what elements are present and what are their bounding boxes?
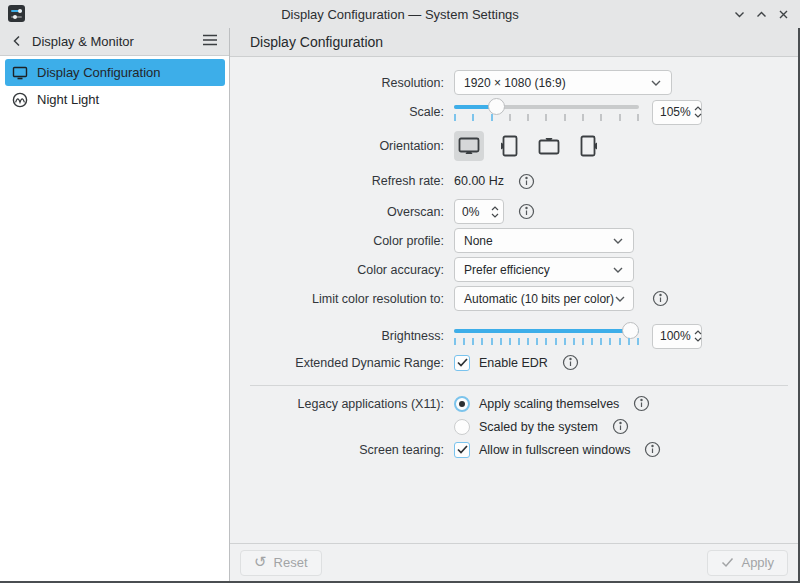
edr-checkbox-label: Enable EDR xyxy=(479,356,548,370)
spin-up-icon xyxy=(694,106,702,111)
color-accuracy-dropdown[interactable]: Prefer efficiency xyxy=(454,257,634,282)
color-profile-label: Color profile: xyxy=(230,234,454,248)
refresh-rate-value: 60.00 Hz xyxy=(454,174,504,188)
spin-up-icon xyxy=(694,330,702,335)
info-icon[interactable] xyxy=(562,354,579,371)
scale-spinbox[interactable]: 105% xyxy=(652,100,702,125)
window-title: Display Configuration — System Settings xyxy=(0,7,800,22)
apply-button[interactable]: Apply xyxy=(707,550,788,576)
apply-button-label: Apply xyxy=(741,555,774,570)
brightness-label: Brightness: xyxy=(230,329,454,343)
orientation-landscape-flipped-button[interactable] xyxy=(534,131,564,161)
color-accuracy-label: Color accuracy: xyxy=(230,263,454,277)
hamburger-menu-icon[interactable] xyxy=(202,33,218,51)
check-icon xyxy=(457,358,468,367)
legacy-apps-label: Legacy applications (X11): xyxy=(230,397,454,411)
sidebar-header: Display & Monitor xyxy=(0,28,229,56)
check-icon xyxy=(457,445,468,454)
info-icon[interactable] xyxy=(612,418,629,435)
orientation-portrait-icon xyxy=(496,133,522,159)
scale-value: 105% xyxy=(660,105,691,119)
page-header: Display Configuration xyxy=(230,28,798,57)
info-icon[interactable] xyxy=(518,173,535,190)
spin-down-icon xyxy=(694,337,702,342)
legacy-apps-radio-apply-scaling[interactable] xyxy=(454,396,470,412)
brightness-spinbox[interactable]: 100% xyxy=(652,324,702,349)
display-settings-form: Resolution: 1920 × 1080 (16:9) Scale: 10 xyxy=(230,57,798,543)
app-icon xyxy=(8,5,25,22)
color-resolution-dropdown[interactable]: Automatic (10 bits per color) xyxy=(454,286,634,311)
back-icon[interactable] xyxy=(11,33,23,51)
spin-down-icon xyxy=(694,113,702,118)
orientation-landscape-icon xyxy=(456,133,482,159)
edr-checkbox[interactable] xyxy=(454,355,470,371)
chevron-down-icon xyxy=(650,79,662,87)
reset-button[interactable]: ↺ Reset xyxy=(240,550,322,576)
color-resolution-value: Automatic (10 bits per color) xyxy=(464,292,614,306)
color-resolution-label: Limit color resolution to: xyxy=(230,292,454,306)
sidebar-title: Display & Monitor xyxy=(32,34,202,49)
screen-tearing-label: Screen tearing: xyxy=(230,443,454,457)
color-profile-value: None xyxy=(464,234,493,248)
spin-up-icon xyxy=(491,206,499,211)
orientation-portrait-flipped-button[interactable] xyxy=(574,131,604,161)
footer: ↺ Reset Apply xyxy=(230,543,798,581)
reset-button-label: Reset xyxy=(274,555,308,570)
info-icon[interactable] xyxy=(518,203,535,220)
slider-handle[interactable] xyxy=(488,98,505,115)
separator xyxy=(250,385,788,386)
sidebar-item-label: Display Configuration xyxy=(37,65,161,80)
slider-handle[interactable] xyxy=(622,322,639,339)
chevron-down-icon xyxy=(614,295,626,303)
orientation-portrait-button[interactable] xyxy=(494,131,524,161)
monitor-icon xyxy=(12,65,28,81)
brightness-slider[interactable] xyxy=(454,323,639,349)
night-light-icon xyxy=(12,92,28,108)
maximize-icon[interactable] xyxy=(755,8,768,21)
resolution-label: Resolution: xyxy=(230,76,454,90)
orientation-landscape-button[interactable] xyxy=(454,131,484,161)
radio-label: Apply scaling themselves xyxy=(479,397,619,411)
scale-label: Scale: xyxy=(230,105,454,119)
info-icon[interactable] xyxy=(633,395,650,412)
system-settings-window: Display Configuration — System Settings … xyxy=(0,0,800,583)
screen-tearing-checkbox-label: Allow in fullscreen windows xyxy=(479,443,630,457)
minimize-icon[interactable] xyxy=(733,8,746,21)
legacy-apps-radio-scaled-by-system[interactable] xyxy=(454,419,470,435)
chevron-down-icon xyxy=(612,266,624,274)
radio-label: Scaled by the system xyxy=(479,420,598,434)
sidebar-list: Display Configuration Night Light xyxy=(0,56,229,113)
color-accuracy-value: Prefer efficiency xyxy=(464,263,550,277)
reset-icon: ↺ xyxy=(254,556,267,569)
resolution-dropdown[interactable]: 1920 × 1080 (16:9) xyxy=(454,70,672,95)
spin-down-icon xyxy=(491,213,499,218)
scale-slider[interactable] xyxy=(454,99,639,125)
sidebar-item-label: Night Light xyxy=(37,92,99,107)
apply-check-icon xyxy=(721,557,734,568)
edr-label: Extended Dynamic Range: xyxy=(230,356,454,370)
sidebar: Display & Monitor Display Configuration … xyxy=(0,28,230,581)
refresh-rate-label: Refresh rate: xyxy=(230,174,454,188)
close-icon[interactable] xyxy=(777,8,790,21)
content-pane: Display Configuration Resolution: 1920 ×… xyxy=(230,28,798,581)
overscan-spinbox[interactable]: 0% xyxy=(454,199,504,224)
info-icon[interactable] xyxy=(644,441,661,458)
screen-tearing-checkbox[interactable] xyxy=(454,442,470,458)
color-profile-dropdown[interactable]: None xyxy=(454,228,634,253)
sidebar-item-night-light[interactable]: Night Light xyxy=(5,86,225,113)
sidebar-item-display-configuration[interactable]: Display Configuration xyxy=(5,59,225,86)
overscan-value: 0% xyxy=(462,205,479,219)
orientation-landscape-flipped-icon xyxy=(536,133,562,159)
page-title: Display Configuration xyxy=(250,34,383,50)
orientation-label: Orientation: xyxy=(230,139,454,153)
overscan-label: Overscan: xyxy=(230,205,454,219)
titlebar: Display Configuration — System Settings xyxy=(0,0,800,28)
resolution-value: 1920 × 1080 (16:9) xyxy=(464,76,566,90)
info-icon[interactable] xyxy=(652,290,669,307)
chevron-down-icon xyxy=(612,237,624,245)
orientation-portrait-flipped-icon xyxy=(576,133,602,159)
brightness-value: 100% xyxy=(660,329,691,343)
